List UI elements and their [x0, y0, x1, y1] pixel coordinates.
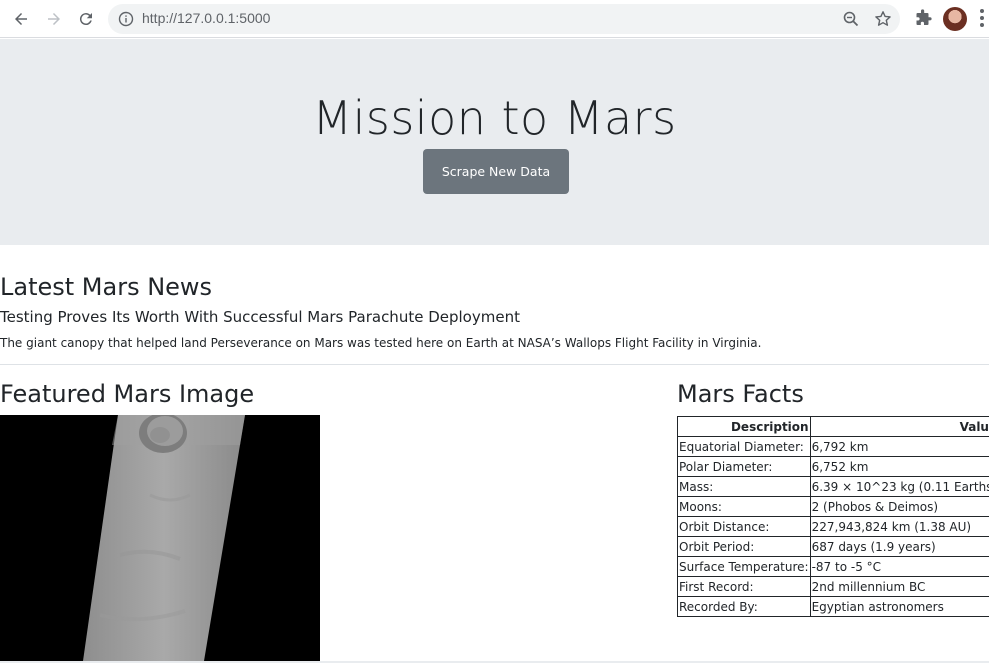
column-header: Description — [677, 416, 811, 437]
table-row: First Record: 2nd millennium BC — [677, 576, 989, 597]
fact-value: 6.39 × 10^23 kg (0.11 Earths) — [809, 476, 989, 497]
fact-value: 227,943,824 km (1.38 AU) — [809, 516, 989, 537]
fact-value: 687 days (1.9 years) — [809, 536, 989, 557]
fact-value: Egyptian astronomers — [809, 596, 989, 617]
table-row: Polar Diameter: 6,752 km — [677, 456, 989, 477]
fact-value: 6,792 km — [809, 436, 989, 457]
fact-description: Orbit Period: — [677, 536, 811, 557]
fact-description: Orbit Distance: — [677, 516, 811, 537]
featured-mars-image — [0, 415, 320, 661]
section-divider — [0, 364, 989, 365]
fact-value: -87 to -5 °C — [809, 556, 989, 577]
table-row: Recorded By: Egyptian astronomers — [677, 596, 989, 617]
info-icon[interactable] — [118, 11, 134, 27]
browser-menu-icon[interactable] — [980, 9, 986, 29]
fact-description: First Record: — [677, 576, 811, 597]
column-header: Value — [809, 416, 989, 437]
scrape-new-data-button[interactable]: Scrape New Data — [423, 149, 569, 194]
fact-value: 6,752 km — [809, 456, 989, 477]
table-row: Mass: 6.39 × 10^23 kg (0.11 Earths) — [677, 476, 989, 497]
news-headline: Testing Proves Its Worth With Successful… — [0, 308, 520, 326]
table-row: Moons: 2 (Phobos & Deimos) — [677, 496, 989, 517]
fact-description: Moons: — [677, 496, 811, 517]
address-bar[interactable]: http://127.0.0.1:5000 — [108, 4, 900, 34]
fact-value: 2nd millennium BC — [809, 576, 989, 597]
table-row: Orbit Distance: 227,943,824 km (1.38 AU) — [677, 516, 989, 537]
reload-icon[interactable] — [74, 7, 98, 31]
url-text[interactable]: http://127.0.0.1:5000 — [142, 10, 270, 26]
table-row: Surface Temperature: -87 to -5 °C — [677, 556, 989, 577]
fact-description: Recorded By: — [677, 596, 811, 617]
latest-news-heading: Latest Mars News — [0, 273, 213, 301]
fact-description: Polar Diameter: — [677, 456, 811, 477]
back-arrow-icon[interactable] — [9, 7, 33, 31]
browser-toolbar: http://127.0.0.1:5000 — [0, 0, 989, 38]
table-header-row: Description Value — [677, 416, 989, 437]
extensions-puzzle-icon[interactable] — [914, 9, 932, 27]
zoom-out-icon[interactable] — [842, 10, 860, 28]
fact-value: 2 (Phobos & Deimos) — [809, 496, 989, 517]
fact-description: Equatorial Diameter: — [677, 436, 811, 457]
fact-description: Mass: — [677, 476, 811, 497]
news-teaser: The giant canopy that helped land Persev… — [0, 336, 762, 350]
table-row: Orbit Period: 687 days (1.9 years) — [677, 536, 989, 557]
mars-facts-table: Description Value Equatorial Diameter:6,… — [677, 416, 989, 617]
fact-description: Surface Temperature: — [677, 556, 811, 577]
featured-image-heading: Featured Mars Image — [0, 380, 255, 408]
forward-arrow-icon[interactable] — [42, 7, 66, 31]
profile-avatar[interactable] — [943, 7, 967, 31]
page-title: Mission to Mars — [312, 91, 677, 145]
hero-jumbotron: Mission to Mars Scrape New Data — [0, 39, 989, 245]
bookmark-star-icon[interactable] — [874, 10, 892, 28]
mars-facts-heading: Mars Facts — [677, 380, 804, 408]
table-row: Equatorial Diameter: 6,792 km — [677, 436, 989, 457]
